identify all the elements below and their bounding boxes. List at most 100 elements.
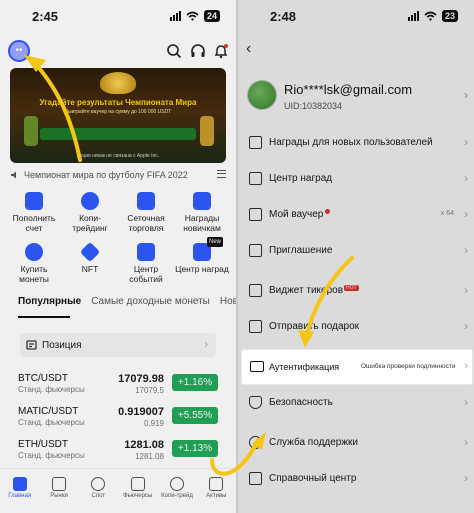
markets-icon (51, 477, 66, 491)
menu-ticker-widget[interactable]: Виджет тикеров HOT › (238, 272, 474, 310)
menu-new-user-rewards[interactable]: Награды для новых пользователей › (238, 124, 474, 162)
market-row[interactable]: MATIC/USDT Станд. фьючерсы 0.919007 0.91… (18, 406, 218, 432)
wallet-icon (209, 477, 224, 491)
menu-send-gift[interactable]: Отправить подарок › (238, 308, 474, 346)
nav-label: Активы (206, 493, 227, 499)
nav-label: Главная (8, 493, 32, 499)
news-ticker[interactable]: Чемпионат мира по футболу FIFA 2022 (10, 168, 226, 182)
menu-label: Мой ваучер (269, 209, 324, 220)
home-screen: 2:45 24 •• Угадайте результаты Чемпионат… (0, 0, 236, 513)
nft-icon (79, 241, 101, 263)
positions-button[interactable]: Позиция › (20, 333, 216, 357)
market-change-badge: +1.13% (172, 440, 218, 457)
menu-label-wrap: Мой ваучер (269, 209, 331, 220)
menu-my-voucher[interactable]: Мой ваучер x 64 › (238, 196, 474, 234)
voucher-icon (249, 208, 262, 221)
home-icon (12, 477, 27, 491)
player-figure-icon (24, 116, 38, 146)
menu-help-center[interactable]: Справочный центр › (238, 460, 474, 498)
menu-security[interactable]: Безопасность › (238, 384, 474, 422)
nav-label: Рынки (50, 493, 68, 499)
nav-label: Копи-трейд (161, 493, 193, 499)
promo-banner[interactable]: Угадайте результаты Чемпионата Мира Выиг… (10, 68, 226, 163)
chevron-right-icon: › (464, 283, 468, 297)
menu-label-wrap: Виджет тикеров HOT (269, 285, 359, 296)
banner-subline: Выиграйте ваучер на сумму до 100 000 USD… (64, 109, 172, 115)
quick-action-event-center[interactable]: Центр событий (118, 243, 174, 284)
wifi-icon (186, 11, 199, 21)
player-figure-icon (200, 116, 214, 146)
chevron-right-icon: › (464, 435, 468, 449)
rewards-center-icon: New (193, 237, 223, 261)
quick-action-deposit[interactable]: Пополнить счет (6, 192, 62, 233)
new-user-rewards-icon (249, 136, 262, 149)
quick-action-newbie-rewards[interactable]: Награды новичкам (174, 192, 230, 233)
menu-label: Справочный центр (269, 473, 357, 484)
nav-spot[interactable]: Спот (79, 469, 118, 513)
nav-futures[interactable]: Фьючерсы (118, 469, 157, 513)
buy-crypto-icon (25, 243, 43, 261)
menu-authentication[interactable]: Аутентификация Ошибка проверки подлиннос… (242, 350, 472, 384)
quick-action-nft[interactable]: NFT (62, 241, 118, 284)
rewards-center-icon (249, 172, 262, 185)
profile-avatar-button[interactable]: •• (8, 40, 30, 62)
market-index-price: 1281.08 (135, 452, 164, 461)
quick-action-grid-trading[interactable]: Сеточная торговля (118, 192, 174, 233)
chevron-right-icon[interactable]: › (464, 88, 468, 102)
quick-action-label: Сеточная торговля (127, 213, 165, 233)
market-row[interactable]: BTC/USDT Станд. фьючерсы 17079.98 17079.… (18, 373, 218, 399)
gift-icon (193, 192, 211, 210)
menu-label: Награды для новых пользователей (269, 137, 433, 148)
chevron-right-icon: › (464, 135, 468, 149)
battery-icon: 24 (203, 10, 220, 22)
quick-action-label: Награды новичкам (183, 213, 221, 233)
market-type: Станд. фьючерсы (18, 451, 85, 460)
tab-new[interactable]: Новые а (220, 296, 236, 307)
hot-badge: HOT (344, 285, 359, 291)
search-icon[interactable] (166, 43, 182, 59)
deposit-icon (25, 192, 43, 210)
market-symbol: BTC/USDT (18, 373, 68, 384)
new-badge: New (206, 237, 223, 247)
nav-copy-trade[interactable]: Копи-трейд (157, 469, 196, 513)
banner-disclaimer: Акция никак не связана с Apple Inc. (76, 153, 160, 159)
chevron-right-icon: › (464, 471, 468, 485)
headset-icon[interactable] (190, 43, 206, 59)
news-menu-icon[interactable] (217, 170, 226, 178)
menu-invite[interactable]: Приглашение › (238, 232, 474, 270)
tab-top-gainers[interactable]: Самые доходные монеты (91, 296, 210, 307)
help-center-icon (249, 472, 262, 485)
signal-icon (407, 11, 419, 21)
chevron-right-icon: › (464, 319, 468, 333)
id-card-icon (250, 361, 264, 372)
menu-rewards-center[interactable]: Центр наград › (238, 160, 474, 198)
ticker-widget-icon (249, 284, 262, 297)
market-type: Станд. фьючерсы (18, 385, 85, 394)
status-bar: 2:45 24 (0, 8, 236, 28)
banner-headline: Угадайте результаты Чемпионата Мира (39, 98, 197, 107)
market-price: 17079.98 (118, 373, 164, 385)
menu-label: Служба поддержки (269, 437, 359, 448)
chevron-right-icon: › (464, 243, 468, 257)
copy-trading-icon (81, 192, 99, 210)
avatar[interactable] (247, 80, 277, 110)
quick-action-rewards-center[interactable]: New Центр наград (174, 237, 230, 284)
nav-assets[interactable]: Активы (197, 469, 236, 513)
chevron-right-icon: › (464, 395, 468, 409)
menu-support[interactable]: Служба поддержки › (238, 424, 474, 462)
market-row[interactable]: ETH/USDT Станд. фьючерсы 1281.08 1281.08… (18, 439, 218, 465)
shield-icon (249, 396, 262, 409)
bell-icon[interactable] (213, 43, 229, 59)
account-uid: UID:10382034 (284, 101, 343, 111)
back-button[interactable]: ‹ (246, 40, 251, 58)
speaker-icon (11, 171, 16, 179)
quick-action-buy-crypto[interactable]: Купить монеты (6, 243, 62, 284)
trophy-icon (100, 72, 136, 94)
quick-action-copy-trading[interactable]: Копи-трейдинг (62, 192, 118, 233)
market-change-badge: +5.55% (172, 407, 218, 424)
nav-home[interactable]: Главная (0, 469, 39, 513)
market-symbol: MATIC/USDT (18, 406, 79, 417)
nav-markets[interactable]: Рынки (39, 469, 78, 513)
voucher-count: x 64 (440, 210, 454, 217)
tab-popular[interactable]: Популярные (18, 296, 81, 307)
